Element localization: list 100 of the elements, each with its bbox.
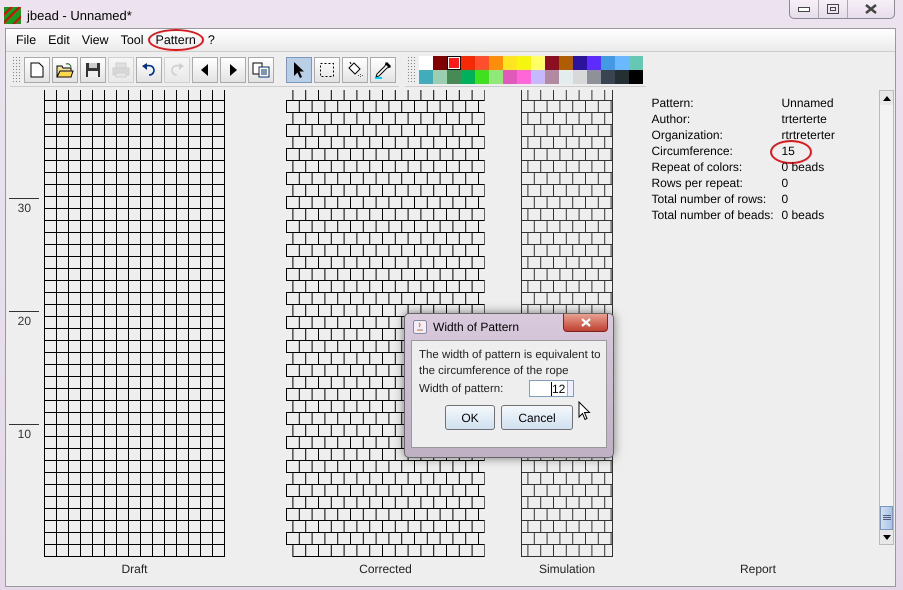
report-label: Pattern: xyxy=(652,96,695,111)
report-value: trterterte xyxy=(782,112,827,126)
color-swatch[interactable] xyxy=(447,56,461,70)
redo-arrow-icon xyxy=(169,62,185,76)
color-swatch[interactable] xyxy=(615,70,629,84)
copy-tool-button[interactable] xyxy=(248,56,274,82)
color-swatch[interactable] xyxy=(489,56,503,70)
close-icon xyxy=(865,4,877,14)
view-label: Draft xyxy=(121,561,148,578)
color-swatch[interactable] xyxy=(601,56,615,70)
close-icon xyxy=(580,318,590,327)
toolbar-grip[interactable] xyxy=(407,56,417,84)
width-spinner-field[interactable]: 12 xyxy=(529,380,574,397)
color-swatch[interactable] xyxy=(601,70,615,84)
vertical-scrollbar[interactable] xyxy=(879,90,894,545)
copy-pages-icon xyxy=(252,62,270,78)
color-swatch[interactable] xyxy=(531,56,545,70)
row-number: 30 xyxy=(16,200,32,215)
menu-item[interactable]: File xyxy=(10,33,42,47)
color-swatch[interactable] xyxy=(517,56,531,70)
color-swatch[interactable] xyxy=(461,56,475,70)
color-swatch[interactable] xyxy=(475,70,489,84)
color-swatch[interactable] xyxy=(545,56,559,70)
pipette-tool-button[interactable] xyxy=(370,56,396,82)
dialog-button[interactable]: Cancel xyxy=(501,405,573,430)
color-swatch[interactable] xyxy=(559,70,573,84)
new-file-icon xyxy=(30,62,44,78)
report-value: 15 xyxy=(782,144,795,158)
scroll-thumb[interactable] xyxy=(880,506,893,530)
color-swatch[interactable] xyxy=(629,70,643,84)
color-swatch[interactable] xyxy=(447,70,461,84)
color-swatch[interactable] xyxy=(461,70,475,84)
left-triangle-icon xyxy=(201,64,209,76)
left-tool-button[interactable] xyxy=(192,56,218,82)
color-swatch[interactable] xyxy=(503,56,517,70)
color-swatch[interactable] xyxy=(629,56,643,70)
pointer-tool-button[interactable] xyxy=(286,56,312,82)
pointer-arrow-icon xyxy=(293,60,305,78)
toolbar-grip[interactable] xyxy=(12,56,22,84)
color-swatch[interactable] xyxy=(475,56,489,70)
grip-lines-icon xyxy=(882,515,890,521)
field-label: Width of pattern: xyxy=(419,382,504,394)
pipette-icon xyxy=(374,60,392,78)
minimize-icon xyxy=(798,6,810,12)
undo-tool-button[interactable] xyxy=(136,56,162,82)
dialog-title: Width of Pattern xyxy=(433,320,520,334)
dialog-message: The width of pattern is equivalent to the circumference of the rope xyxy=(419,348,602,379)
scroll-down-button[interactable] xyxy=(880,530,893,544)
view-label: Corrected xyxy=(359,561,412,578)
scroll-up-button[interactable] xyxy=(880,91,893,105)
report-value: 0 beads xyxy=(782,208,824,222)
report-label: Repeat of colors: xyxy=(652,160,744,175)
printer-icon xyxy=(112,62,130,78)
color-swatch[interactable] xyxy=(489,70,503,84)
menu-item[interactable]: Tool xyxy=(114,33,150,47)
color-swatch[interactable] xyxy=(531,70,545,84)
color-swatch[interactable] xyxy=(573,70,587,84)
color-swatch[interactable] xyxy=(615,56,629,70)
select-tool-button[interactable] xyxy=(314,56,340,82)
undo-arrow-icon xyxy=(141,62,157,76)
color-swatch[interactable] xyxy=(573,56,587,70)
draft-grid[interactable] xyxy=(44,90,225,560)
color-swatch[interactable] xyxy=(559,56,573,70)
right-tool-button[interactable] xyxy=(220,56,246,82)
color-swatch[interactable] xyxy=(587,70,601,84)
color-swatch[interactable] xyxy=(419,56,433,70)
report-label: Total number of beads: xyxy=(652,208,775,223)
fill-tool-button[interactable] xyxy=(342,56,368,82)
row-number: 10 xyxy=(16,426,32,441)
color-swatch[interactable] xyxy=(503,70,517,84)
report-label: Rows per repeat: xyxy=(652,176,744,191)
paint-bucket-icon xyxy=(346,60,364,78)
report-value: Unnamed xyxy=(782,96,834,110)
color-swatch[interactable] xyxy=(545,70,559,84)
view-label: Report xyxy=(740,561,776,578)
save-tool-button[interactable] xyxy=(80,56,106,82)
new-tool-button[interactable] xyxy=(24,56,50,82)
close-button[interactable] xyxy=(563,314,608,332)
open-tool-button[interactable] xyxy=(52,56,78,82)
dialog-button[interactable]: OK xyxy=(445,405,495,430)
color-swatch[interactable] xyxy=(419,70,433,84)
down-triangle-icon xyxy=(882,534,890,540)
right-triangle-icon xyxy=(229,64,237,76)
report-label: Total number of rows: xyxy=(652,192,768,207)
app-logo-icon xyxy=(4,6,21,24)
menu-item[interactable]: View xyxy=(76,33,115,47)
window-title: jbead - Unnamed* xyxy=(27,8,132,22)
report-value: 0 xyxy=(782,192,788,206)
color-swatch[interactable] xyxy=(517,70,531,84)
report-label: Organization: xyxy=(652,128,724,143)
dashed-rectangle-icon xyxy=(319,62,335,78)
color-swatch[interactable] xyxy=(433,56,447,70)
menu-item[interactable]: ? xyxy=(202,33,221,47)
row-number: 20 xyxy=(16,313,32,328)
color-swatch[interactable] xyxy=(587,56,601,70)
menu-item[interactable]: Edit xyxy=(42,33,76,47)
report-value: rtrtreterter xyxy=(782,128,835,142)
report-value: 0 xyxy=(782,176,788,190)
color-swatch[interactable] xyxy=(433,70,447,84)
menu-item[interactable]: Pattern xyxy=(150,33,202,47)
